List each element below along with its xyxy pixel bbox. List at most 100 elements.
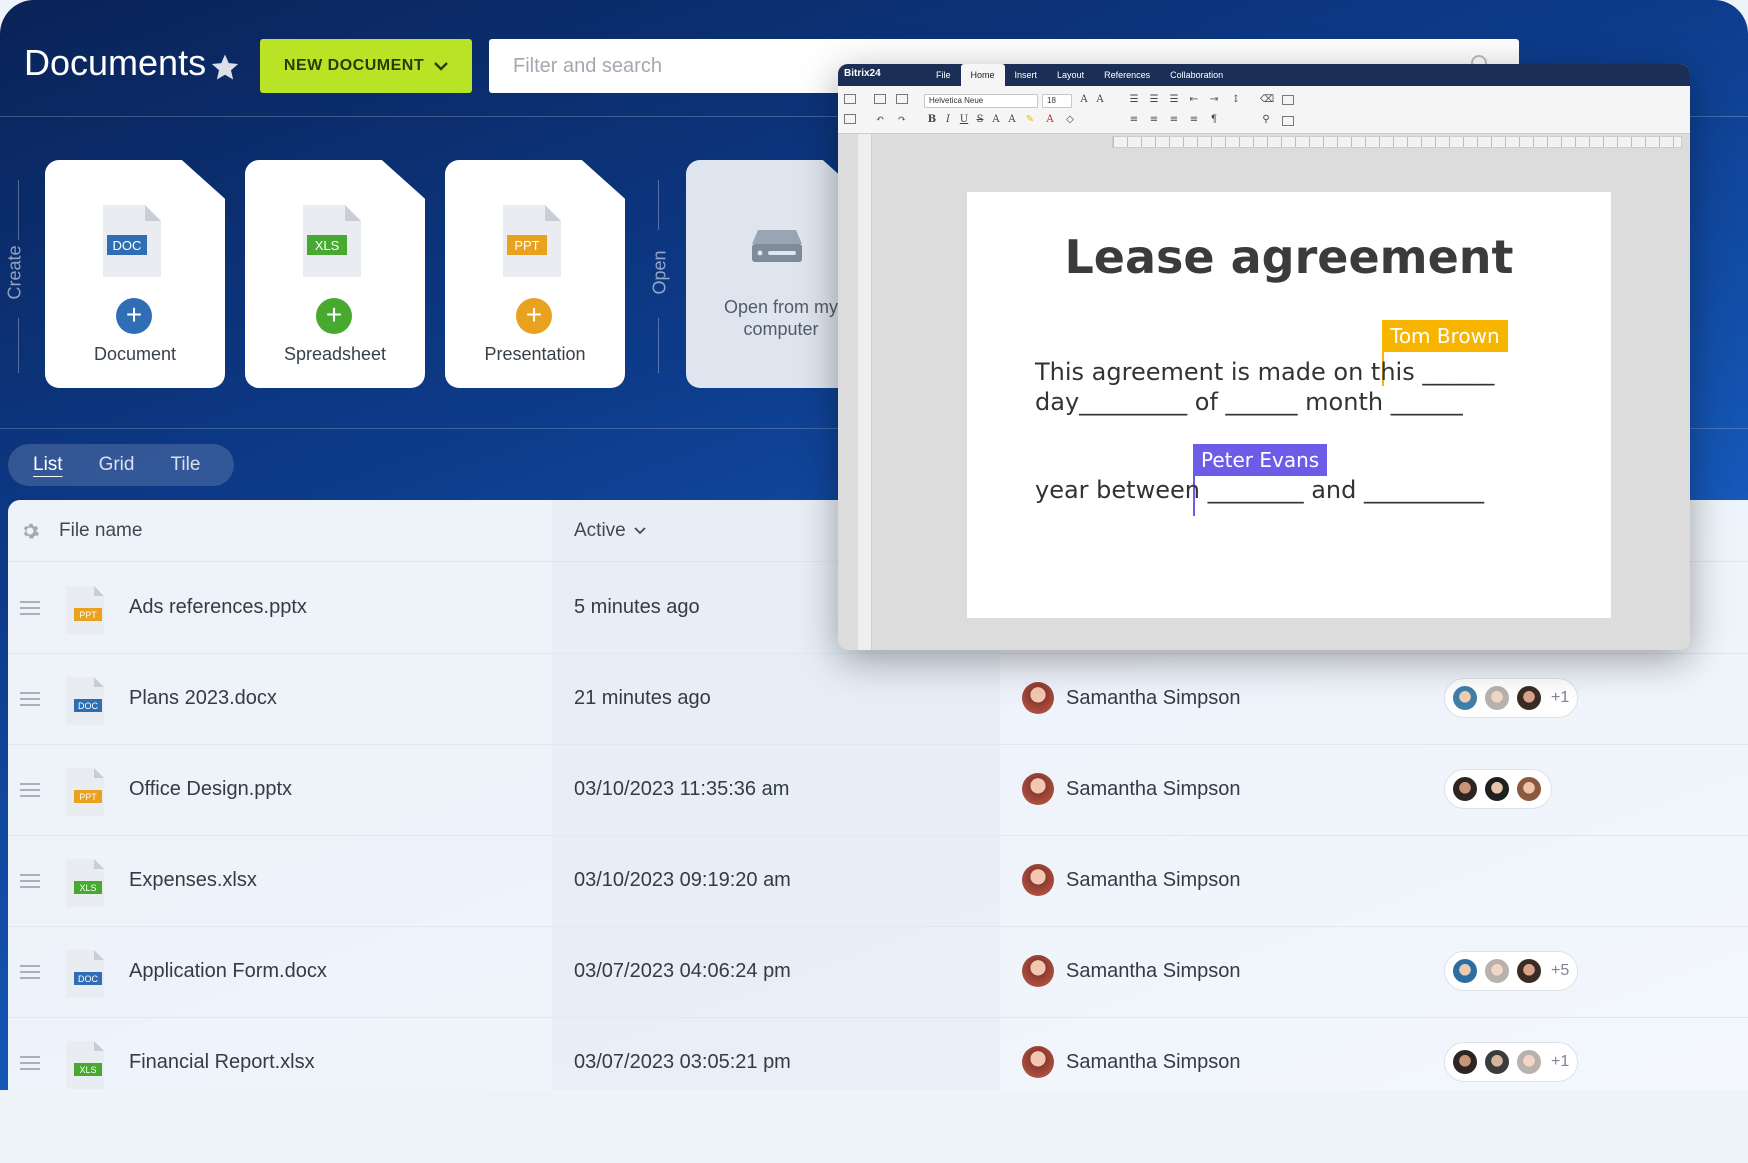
avatar xyxy=(1022,773,1054,805)
align-left-icon[interactable]: ≡ xyxy=(1128,114,1140,126)
insert-image-icon[interactable] xyxy=(1282,95,1294,105)
font-family-select[interactable]: Helvetica Neue xyxy=(924,94,1038,108)
documents-app: Documents NEW DOCUMENT Create DOC + Docu… xyxy=(0,0,1748,1090)
file-active-time: 03/07/2023 04:06:24 pm xyxy=(574,960,791,982)
drag-handle-icon[interactable] xyxy=(20,692,40,706)
new-document-button[interactable]: NEW DOCUMENT xyxy=(260,39,472,93)
strikethrough-icon[interactable]: S xyxy=(974,114,986,126)
shared-users[interactable]: +1 xyxy=(1444,1042,1579,1082)
bullet-list-icon[interactable]: ☰ xyxy=(1128,94,1140,106)
editor-tab-references[interactable]: References xyxy=(1094,64,1160,86)
drag-handle-icon[interactable] xyxy=(20,783,40,797)
file-name[interactable]: Application Form.docx xyxy=(129,960,327,983)
drag-handle-icon[interactable] xyxy=(20,874,40,888)
gear-icon[interactable] xyxy=(20,521,40,541)
italic-icon[interactable]: I xyxy=(942,114,954,126)
doc-file-icon: DOC xyxy=(66,677,104,725)
star-icon[interactable] xyxy=(210,52,240,82)
create-presentation-card[interactable]: PPT + Presentation xyxy=(445,160,625,388)
horizontal-ruler[interactable] xyxy=(1112,136,1682,148)
numbered-list-icon[interactable]: ☰ xyxy=(1148,94,1160,106)
clear-format-icon[interactable]: ⌫ xyxy=(1260,94,1274,106)
align-right-icon[interactable]: ≡ xyxy=(1168,114,1180,126)
shared-users[interactable]: +1 xyxy=(1444,678,1579,718)
justify-icon[interactable]: ≡ xyxy=(1188,114,1200,126)
decrease-font-icon[interactable]: A xyxy=(1094,94,1106,106)
format-painter-icon[interactable]: ⚲ xyxy=(1260,114,1272,126)
font-size-select[interactable]: 18 xyxy=(1042,94,1072,108)
create-document-card[interactable]: DOC + Document xyxy=(45,160,225,388)
multilevel-list-icon[interactable]: ☰ xyxy=(1168,94,1180,106)
view-tab-tile[interactable]: Tile xyxy=(170,454,200,476)
paste-icon[interactable] xyxy=(896,94,908,104)
redo-icon[interactable]: ↷ xyxy=(896,114,908,126)
shared-users[interactable] xyxy=(1444,769,1552,809)
save-icon[interactable] xyxy=(844,114,856,124)
file-owner[interactable]: Samantha Simpson xyxy=(1022,1046,1241,1078)
drag-handle-icon[interactable] xyxy=(20,601,40,615)
file-name[interactable]: Financial Report.xlsx xyxy=(129,1051,315,1074)
table-row[interactable]: DOC Plans 2023.docx 21 minutes ago Saman… xyxy=(8,654,1748,745)
superscript-icon[interactable]: A xyxy=(990,114,1002,126)
table-row[interactable]: XLS Financial Report.xlsx 03/07/2023 03:… xyxy=(8,1018,1748,1090)
sort-chevron-icon xyxy=(634,527,646,535)
xls-file-icon: XLS xyxy=(66,859,104,907)
mail-merge-icon[interactable] xyxy=(1282,116,1294,126)
svg-text:DOC: DOC xyxy=(78,701,99,711)
table-row[interactable]: DOC Application Form.docx 03/07/2023 04:… xyxy=(8,927,1748,1018)
table-row[interactable]: XLS Expenses.xlsx 03/10/2023 09:19:20 am… xyxy=(8,836,1748,927)
align-center-icon[interactable]: ≡ xyxy=(1148,114,1160,126)
bold-icon[interactable]: B xyxy=(926,114,938,126)
undo-icon[interactable]: ↶ xyxy=(874,114,886,126)
view-tab-grid[interactable]: Grid xyxy=(99,454,135,476)
drag-handle-icon[interactable] xyxy=(20,965,40,979)
shared-more-count: +1 xyxy=(1551,1053,1570,1070)
copy-icon[interactable] xyxy=(874,94,886,104)
file-name[interactable]: Expenses.xlsx xyxy=(129,869,257,892)
font-color-icon[interactable]: A xyxy=(1044,114,1056,126)
editor-tab-home[interactable]: Home xyxy=(960,64,1005,86)
file-owner[interactable]: Samantha Simpson xyxy=(1022,773,1241,805)
underline-icon[interactable]: U xyxy=(958,114,970,126)
file-name[interactable]: Office Design.pptx xyxy=(129,778,292,801)
avatar xyxy=(1515,957,1543,985)
avatar xyxy=(1483,684,1511,712)
svg-text:PPT: PPT xyxy=(79,792,97,802)
editor-tab-collaboration[interactable]: Collaboration xyxy=(1160,64,1233,86)
hard-drive-icon xyxy=(752,230,802,262)
paragraph-mark-icon[interactable]: ¶ xyxy=(1208,114,1220,126)
view-tab-list[interactable]: List xyxy=(33,454,63,476)
svg-text:PPT: PPT xyxy=(79,610,97,620)
subscript-icon[interactable]: A xyxy=(1006,114,1018,126)
print-icon[interactable] xyxy=(844,94,856,104)
indent-icon[interactable]: ⇥ xyxy=(1208,94,1220,106)
editor-tab-insert[interactable]: Insert xyxy=(1005,64,1048,86)
editor-tab-layout[interactable]: Layout xyxy=(1047,64,1094,86)
file-owner[interactable]: Samantha Simpson xyxy=(1022,682,1241,714)
create-presentation-label: Presentation xyxy=(484,344,586,364)
file-owner[interactable]: Samantha Simpson xyxy=(1022,955,1241,987)
file-name[interactable]: Ads references.pptx xyxy=(129,596,307,619)
fill-color-icon[interactable]: ◇ xyxy=(1064,114,1076,126)
editor-tab-file[interactable]: File xyxy=(926,64,961,86)
svg-text:DOC: DOC xyxy=(113,238,142,253)
line-spacing-icon[interactable]: ↕ xyxy=(1230,94,1242,106)
owner-name: Samantha Simpson xyxy=(1066,959,1241,982)
shared-users[interactable]: +5 xyxy=(1444,951,1579,991)
column-active[interactable]: Active xyxy=(574,520,646,542)
drag-handle-icon[interactable] xyxy=(20,1056,40,1070)
table-row[interactable]: PPT Office Design.pptx 03/10/2023 11:35:… xyxy=(8,745,1748,836)
create-spreadsheet-card[interactable]: XLS + Spreadsheet xyxy=(245,160,425,388)
avatar xyxy=(1022,1046,1054,1078)
create-divider-top xyxy=(18,180,19,240)
increase-font-icon[interactable]: A xyxy=(1078,94,1090,106)
new-document-label: NEW DOCUMENT xyxy=(283,57,425,74)
file-name[interactable]: Plans 2023.docx xyxy=(129,687,277,710)
highlight-icon[interactable]: ✎ xyxy=(1024,114,1036,126)
document-page[interactable]: Lease agreement Tom Brown This agreement… xyxy=(967,192,1611,618)
outdent-icon[interactable]: ⇤ xyxy=(1188,94,1200,106)
file-active-time: 03/10/2023 09:19:20 am xyxy=(574,869,791,891)
collaborator-cursor-label: Tom Brown xyxy=(1382,320,1508,352)
file-owner[interactable]: Samantha Simpson xyxy=(1022,864,1241,896)
column-file-name[interactable]: File name xyxy=(59,520,142,542)
